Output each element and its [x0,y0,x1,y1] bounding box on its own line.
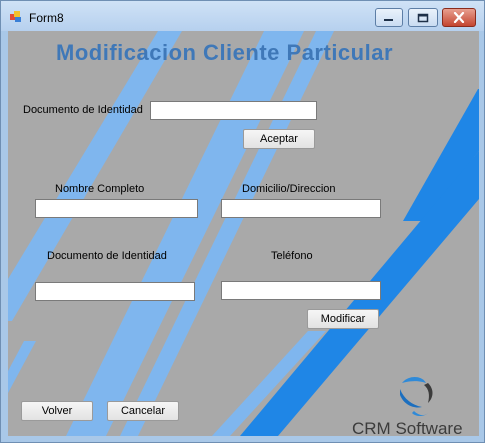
close-icon [453,12,465,23]
app-icon [10,11,21,22]
title-bar[interactable]: Form8 [1,1,484,31]
modify-button[interactable]: Modificar [307,309,379,329]
crm-logo-text: CRM Software [352,419,463,436]
minimize-button[interactable] [375,8,403,27]
document-label: Documento de Identidad [47,250,167,262]
app-window: Form8 Modificacion Cliente Particular Do… [0,0,485,443]
phone-input[interactable] [221,281,381,300]
back-button[interactable]: Volver [21,401,93,421]
crm-logo-icon [400,377,433,416]
accept-button[interactable]: Aceptar [243,129,315,149]
full-name-label: Nombre Completo [55,183,145,195]
address-input[interactable] [221,199,381,218]
full-name-input[interactable] [35,199,198,218]
minimize-icon [384,18,393,21]
address-label: Domicilio/Direccion [242,183,336,195]
maximize-button[interactable] [408,8,438,27]
search-document-label: Documento de Identidad [23,104,143,116]
form-client-area: Modificacion Cliente Particular Document… [8,31,479,436]
window-title: Form8 [29,11,64,25]
search-document-input[interactable] [150,101,317,120]
form-heading: Modificacion Cliente Particular [56,40,394,65]
phone-label: Teléfono [271,250,313,262]
document-input[interactable] [35,282,195,301]
maximize-icon [417,13,429,22]
close-button[interactable] [442,8,476,27]
cancel-button[interactable]: Cancelar [107,401,179,421]
